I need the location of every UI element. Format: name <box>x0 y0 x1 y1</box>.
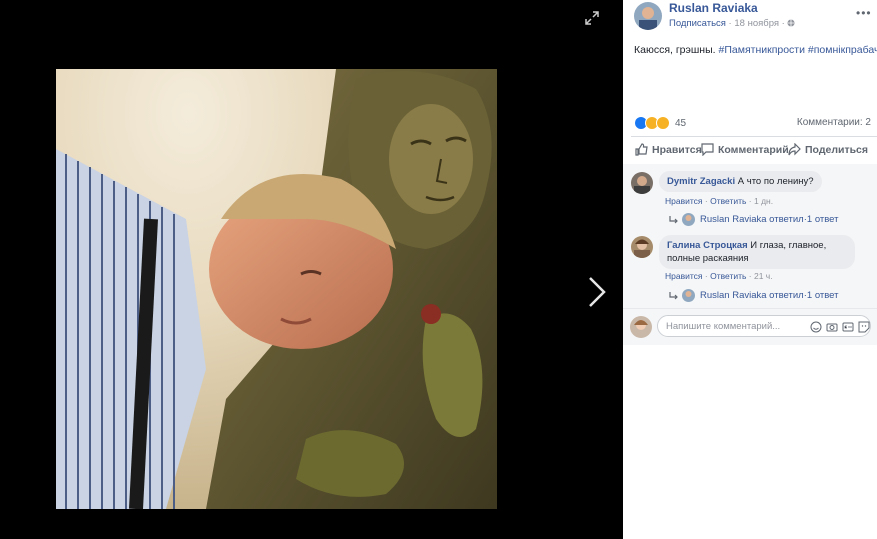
commenter-avatar[interactable] <box>631 236 653 258</box>
composer-icons <box>810 320 870 333</box>
reply-count: 1 ответ <box>806 214 839 225</box>
wow-reaction-icon <box>656 116 670 130</box>
post-text: Каюсся, грэшны. #Памятникпрости #помнiкп… <box>634 44 877 56</box>
reaction-count: 45 <box>675 117 687 129</box>
commenter-name[interactable]: Галина Строцкая <box>667 240 748 251</box>
comment-like-link[interactable]: Нравится <box>665 271 703 281</box>
meta-separator: · <box>779 18 788 29</box>
replies-link[interactable]: Ruslan Raviaka ответил · 1 ответ <box>669 213 839 226</box>
photo-illustration <box>56 69 497 509</box>
post-hashtags[interactable]: #Памятникпрости #помнiкпрабач <box>719 44 877 56</box>
emoji-icon[interactable] <box>810 320 822 333</box>
commenter-name[interactable]: Dymitr Zagacki <box>667 176 735 187</box>
comments-count[interactable]: Комментарии: 2 <box>797 117 871 128</box>
post-side-panel: Ruslan Raviaka Подписаться · 18 ноября ·… <box>623 0 877 539</box>
author-avatar[interactable] <box>634 2 662 30</box>
more-options-icon[interactable]: ••• <box>856 6 872 20</box>
comment-actions-separator: · <box>702 271 711 281</box>
camera-icon[interactable] <box>826 320 838 332</box>
comment-time[interactable]: 21 ч. <box>754 271 773 281</box>
like-button[interactable]: Нравится <box>635 143 702 156</box>
share-label: Поделиться <box>805 143 869 156</box>
share-arrow-icon <box>788 143 801 156</box>
comment-reply-link[interactable]: Ответить <box>710 196 746 206</box>
reply-author: Ruslan Raviaka ответил <box>700 290 804 301</box>
comment-label: Комментарий <box>718 143 789 156</box>
post-meta: Подписаться · 18 ноября · <box>669 18 795 29</box>
post-caption: Каюсся, грэшны. <box>634 44 716 56</box>
comment-button[interactable]: Комментарий <box>701 143 789 156</box>
reply-author-avatar <box>682 289 695 302</box>
post-actions-bar: Нравится Комментарий Поделиться <box>631 136 877 166</box>
comment-time[interactable]: 1 дн. <box>754 196 773 206</box>
share-button[interactable]: Поделиться <box>788 143 868 156</box>
reply-count: 1 ответ <box>806 290 839 301</box>
globe-icon <box>787 19 795 27</box>
current-user-avatar <box>630 316 652 338</box>
comment-actions-separator: · <box>702 196 711 206</box>
expand-icon[interactable] <box>584 10 600 26</box>
author-name[interactable]: Ruslan Raviaka <box>669 1 758 15</box>
comment-bubble: Галина Строцкая И глаза, главное, полные… <box>659 235 855 269</box>
comment-bubble: Dymitr Zagacki А что по ленину? <box>659 171 822 192</box>
gif-icon[interactable] <box>842 320 854 332</box>
like-label: Нравится <box>652 143 702 156</box>
comment-text: А что по ленину? <box>737 176 814 187</box>
photo-viewer <box>0 0 623 539</box>
comment-actions-separator: · <box>746 196 754 206</box>
reply-author-avatar <box>682 213 695 226</box>
reply-arrow-icon <box>669 215 678 223</box>
commenter-avatar[interactable] <box>631 172 653 194</box>
reply-author: Ruslan Raviaka ответил <box>700 214 804 225</box>
comment-bubble-icon <box>701 143 714 156</box>
post-date[interactable]: 18 ноября <box>734 18 779 29</box>
comment-actions: Нравится · Ответить · 1 дн. <box>665 196 773 206</box>
comment-actions-separator: · <box>746 271 754 281</box>
comment-actions: Нравится · Ответить · 21 ч. <box>665 271 773 281</box>
comment-composer <box>623 308 877 345</box>
post-photo[interactable] <box>56 69 497 509</box>
thumbs-up-icon <box>635 143 648 156</box>
sticker-icon[interactable] <box>858 320 870 333</box>
reply-arrow-icon <box>669 291 678 299</box>
comment-like-link[interactable]: Нравится <box>665 196 703 206</box>
reactions-summary[interactable]: 45 <box>634 116 686 130</box>
subscribe-link[interactable]: Подписаться <box>669 18 726 29</box>
replies-link[interactable]: Ruslan Raviaka ответил · 1 ответ <box>669 289 839 302</box>
comment-reply-link[interactable]: Ответить <box>710 271 746 281</box>
next-photo-icon[interactable] <box>586 275 608 309</box>
